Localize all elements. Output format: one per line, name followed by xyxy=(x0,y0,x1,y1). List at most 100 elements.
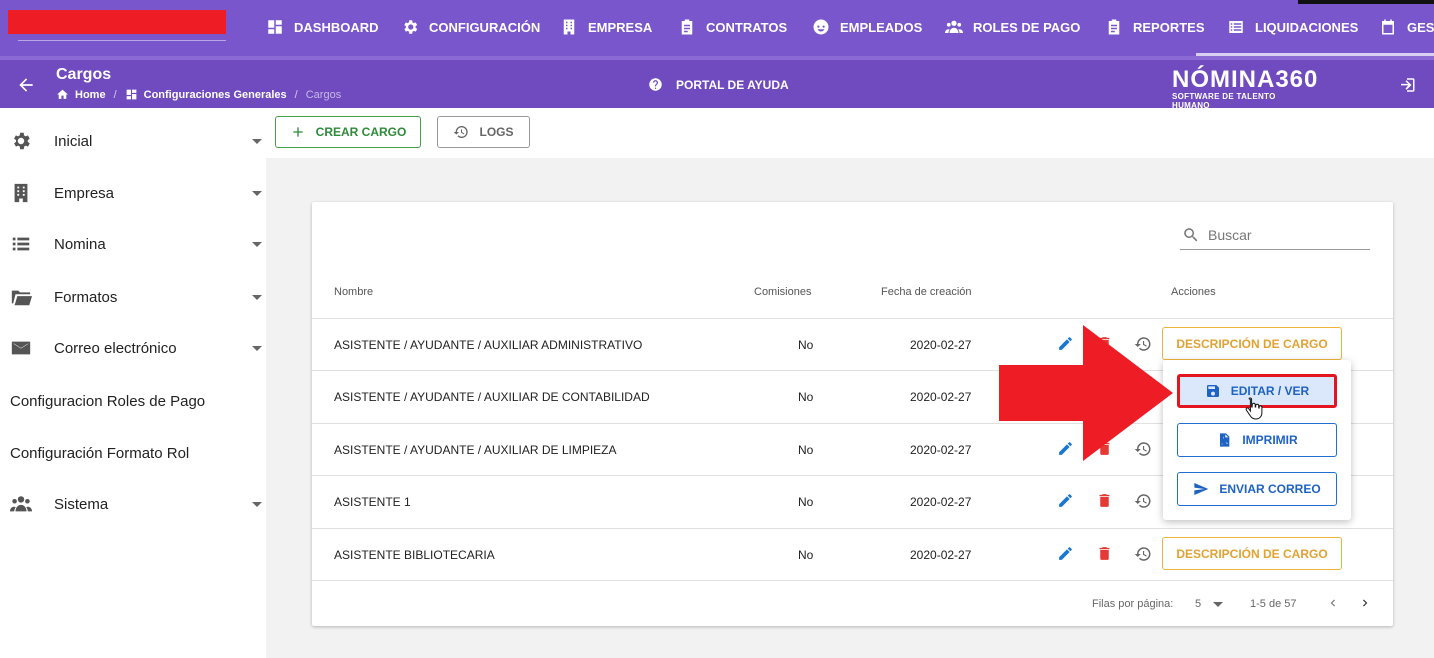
sidebar-item-label: Configuración Formato Rol xyxy=(10,444,190,462)
back-arrow-icon[interactable] xyxy=(16,75,36,95)
sidebar-item-formatos[interactable]: Formatos xyxy=(0,277,266,317)
help-portal-link[interactable]: PORTAL DE AYUDA xyxy=(648,77,789,92)
cell-nombre: ASISTENTE / AYUDANTE / AUXILIAR DE LIMPI… xyxy=(334,443,617,457)
plus-icon xyxy=(292,127,303,137)
descripcion-cargo-button[interactable]: DESCRIPCIÓN DE CARGO xyxy=(1162,537,1342,570)
column-header-nombre[interactable]: Nombre xyxy=(334,286,373,298)
page-title: Cargos xyxy=(56,66,112,83)
sidebar-item-label: Correo electrónico xyxy=(54,339,177,357)
table-row: ASISTENTE BIBLIOTECARIA No 2020-02-27 DE… xyxy=(312,528,1393,580)
chevron-down-icon xyxy=(252,138,262,144)
chevron-down-icon[interactable] xyxy=(1213,602,1223,607)
red-arrow-annotation xyxy=(999,325,1173,461)
search-field[interactable] xyxy=(1180,220,1370,250)
descripcion-cargo-menu: EDITAR / VER IMPRIMIR ENVIAR CORREO xyxy=(1163,360,1351,520)
portal-label: PORTAL DE AYUDA xyxy=(676,77,789,92)
breadcrumb-section[interactable]: Configuraciones Generales xyxy=(144,89,287,101)
send-icon xyxy=(1194,483,1209,495)
rows-per-page-select[interactable]: 5 xyxy=(1195,598,1201,610)
nav-contratos[interactable]: CONTRATOS xyxy=(678,16,787,38)
sidebar-item-label: Formatos xyxy=(54,288,118,306)
descripcion-cargo-button[interactable]: DESCRIPCIÓN DE CARGO xyxy=(1162,327,1342,360)
history-icon[interactable] xyxy=(1134,545,1152,563)
sidebar-item-label: Empresa xyxy=(54,184,115,202)
window-edge xyxy=(1298,0,1434,4)
nav-label: REPORTES xyxy=(1133,19,1205,35)
list-icon xyxy=(1229,21,1243,33)
nav-label: EMPLEADOS xyxy=(840,19,923,35)
imprimir-button[interactable]: IMPRIMIR xyxy=(1177,423,1337,457)
sidebar-item-label: Sistema xyxy=(54,495,109,513)
hand-cursor-icon xyxy=(1245,397,1263,420)
cell-nombre: ASISTENTE BIBLIOTECARIA xyxy=(334,548,495,562)
crear-cargo-button[interactable]: CREAR CARGO xyxy=(275,116,421,148)
table-footer-divider xyxy=(312,580,1393,581)
page-header: Cargos Home / Configuraciones Generales … xyxy=(0,60,1434,110)
sidebar-item-label: Nomina xyxy=(54,235,106,253)
nav-empleados[interactable]: EMPLEADOS xyxy=(812,16,922,38)
chevron-left-icon[interactable] xyxy=(1326,596,1340,610)
sidebar-item-label: Inicial xyxy=(54,132,93,150)
cell-nombre: ASISTENTE / AYUDANTE / AUXILIAR DE CONTA… xyxy=(334,390,650,404)
dashboard-icon xyxy=(126,89,136,100)
cell-fecha: 2020-02-27 xyxy=(910,390,972,404)
nav-reportes[interactable]: REPORTES xyxy=(1105,16,1205,38)
trash-icon[interactable] xyxy=(1096,492,1113,509)
clipboard-icon xyxy=(681,19,693,35)
building-icon xyxy=(563,19,575,35)
column-header-comisiones[interactable]: Comisiones xyxy=(754,286,811,298)
search-icon xyxy=(1184,227,1198,241)
logs-button[interactable]: LOGS xyxy=(437,116,530,148)
sidebar-item-label: Configuracion Roles de Pago xyxy=(10,392,206,410)
enviar-correo-button[interactable]: ENVIAR CORREO xyxy=(1177,472,1337,506)
logout-icon[interactable] xyxy=(1398,76,1416,94)
chevron-right-icon[interactable] xyxy=(1358,596,1372,610)
trash-icon[interactable] xyxy=(1096,545,1113,562)
chevron-down-icon xyxy=(252,345,262,351)
dashboard-icon xyxy=(268,20,282,34)
sidebar-item-empresa[interactable]: Empresa xyxy=(0,173,266,213)
cell-nombre: ASISTENTE / AYUDANTE / AUXILIAR ADMINIST… xyxy=(334,338,643,352)
cell-comisiones: No xyxy=(798,338,814,352)
sidebar-item-correo[interactable]: Correo electrónico xyxy=(0,328,266,368)
nav-label: CONFIGURACIÓN xyxy=(429,19,541,35)
users-icon xyxy=(945,20,963,33)
button-label: IMPRIMIR xyxy=(1242,433,1298,447)
nav-label: CONTRATOS xyxy=(706,19,788,35)
column-header-fecha[interactable]: Fecha de creación xyxy=(881,286,972,298)
cell-fecha: 2020-02-27 xyxy=(910,338,972,352)
gear-icon xyxy=(404,20,418,34)
chevron-down-icon xyxy=(252,190,262,196)
sidebar-item-config-formato[interactable]: Configuración Formato Rol xyxy=(0,433,266,473)
face-icon xyxy=(813,19,829,35)
cell-comisiones: No xyxy=(798,548,814,562)
button-label: CREAR CARGO xyxy=(315,125,407,139)
nav-ges[interactable]: GES xyxy=(1379,16,1434,38)
rows-per-page-label: Filas por página: xyxy=(1092,598,1174,610)
history-icon xyxy=(454,126,469,138)
pencil-icon[interactable] xyxy=(1057,492,1074,509)
button-label: EDITAR / VER xyxy=(1230,384,1310,398)
search-input[interactable] xyxy=(1208,226,1358,243)
nav-liquidaciones[interactable]: LIQUIDACIONES xyxy=(1227,16,1358,38)
gear-icon xyxy=(14,132,30,150)
cell-comisiones: No xyxy=(798,443,814,457)
nav-roles-de-pago[interactable]: ROLES DE PAGO xyxy=(945,16,1080,38)
cell-comisiones: No xyxy=(798,390,814,404)
home-icon xyxy=(57,89,68,99)
cell-comisiones: No xyxy=(798,495,814,509)
history-icon[interactable] xyxy=(1134,492,1152,510)
pencil-icon[interactable] xyxy=(1057,545,1074,562)
chevron-down-icon xyxy=(252,501,262,507)
nav-configuracion[interactable]: CONFIGURACIÓN xyxy=(401,16,540,38)
sidebar-item-inicial[interactable]: Inicial xyxy=(0,121,266,161)
sidebar-item-sistema[interactable]: Sistema xyxy=(0,484,266,524)
nav-empresa[interactable]: EMPRESA xyxy=(560,16,652,38)
breadcrumb: Home / Configuraciones Generales / Cargo… xyxy=(56,88,341,101)
calendar-icon xyxy=(1382,19,1394,35)
nav-dashboard[interactable]: DASHBOARD xyxy=(266,16,379,38)
breadcrumb-home[interactable]: Home xyxy=(75,89,106,101)
chevron-down-icon xyxy=(252,241,262,247)
sidebar-item-nomina[interactable]: Nomina xyxy=(0,224,266,264)
sidebar-item-config-roles[interactable]: Configuracion Roles de Pago xyxy=(0,381,266,421)
